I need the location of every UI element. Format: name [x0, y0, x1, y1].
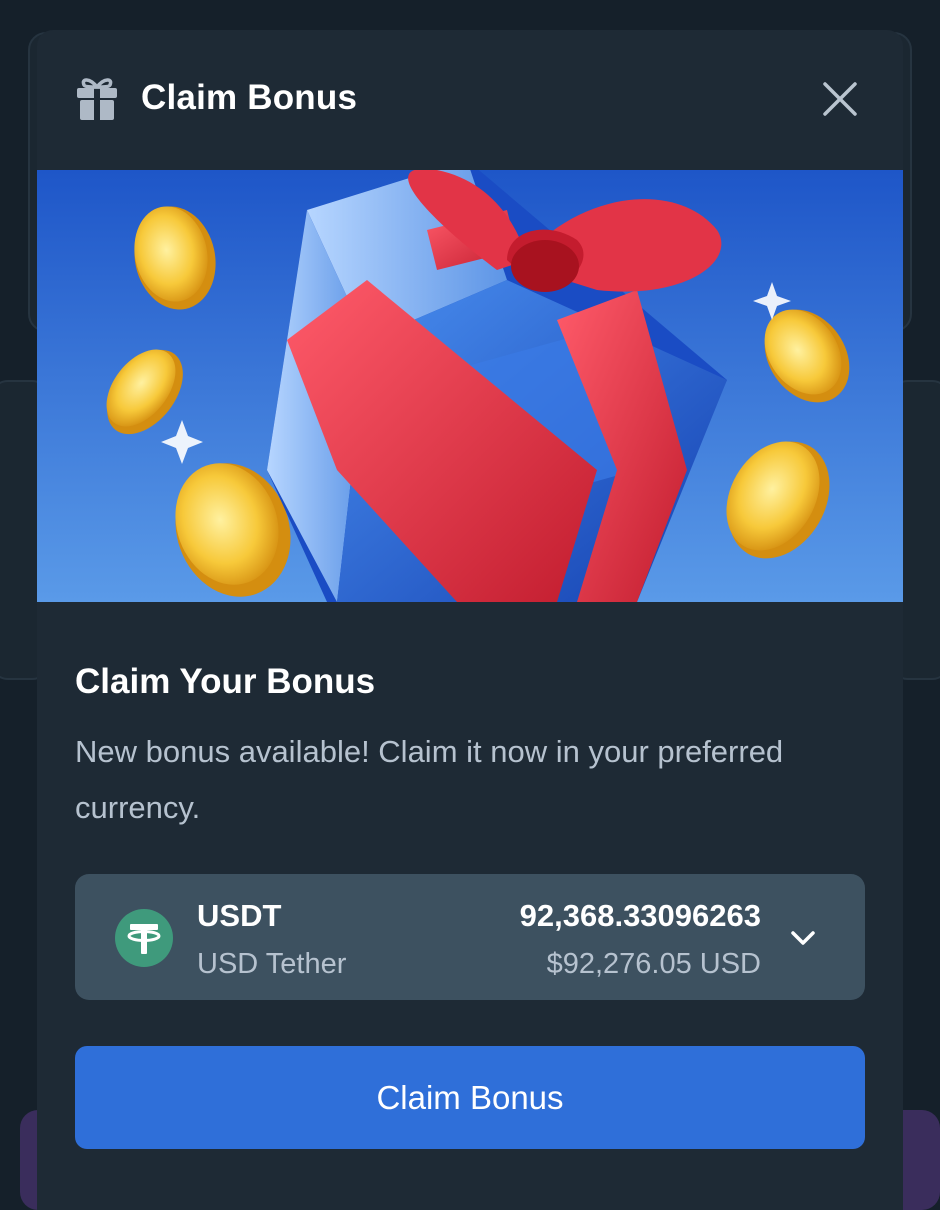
bonus-banner-image [37, 170, 903, 602]
modal-header: Claim Bonus [37, 30, 903, 170]
gift-box [267, 170, 727, 602]
claim-bonus-button[interactable]: Claim Bonus [75, 1046, 865, 1149]
section-heading: Claim Your Bonus [75, 662, 376, 701]
claim-bonus-modal: Claim Bonus Claim Your Bonus New bonus a… [37, 30, 903, 1210]
tether-icon [115, 909, 173, 967]
currency-usd-value: $92,276.05 USD [546, 948, 761, 980]
section-description: New bonus available! Claim it now in you… [75, 734, 784, 825]
currency-dropdown[interactable]: USDT USD Tether 92,368.33096263 $92,276.… [75, 874, 865, 1000]
modal-title: Claim Bonus [141, 78, 358, 117]
close-icon[interactable] [817, 76, 863, 122]
gift-icon [77, 78, 117, 120]
currency-code: USDT [197, 898, 282, 933]
chevron-down-icon[interactable] [787, 922, 819, 954]
currency-name: USD Tether [197, 948, 347, 980]
currency-amount: 92,368.33096263 [519, 898, 761, 933]
